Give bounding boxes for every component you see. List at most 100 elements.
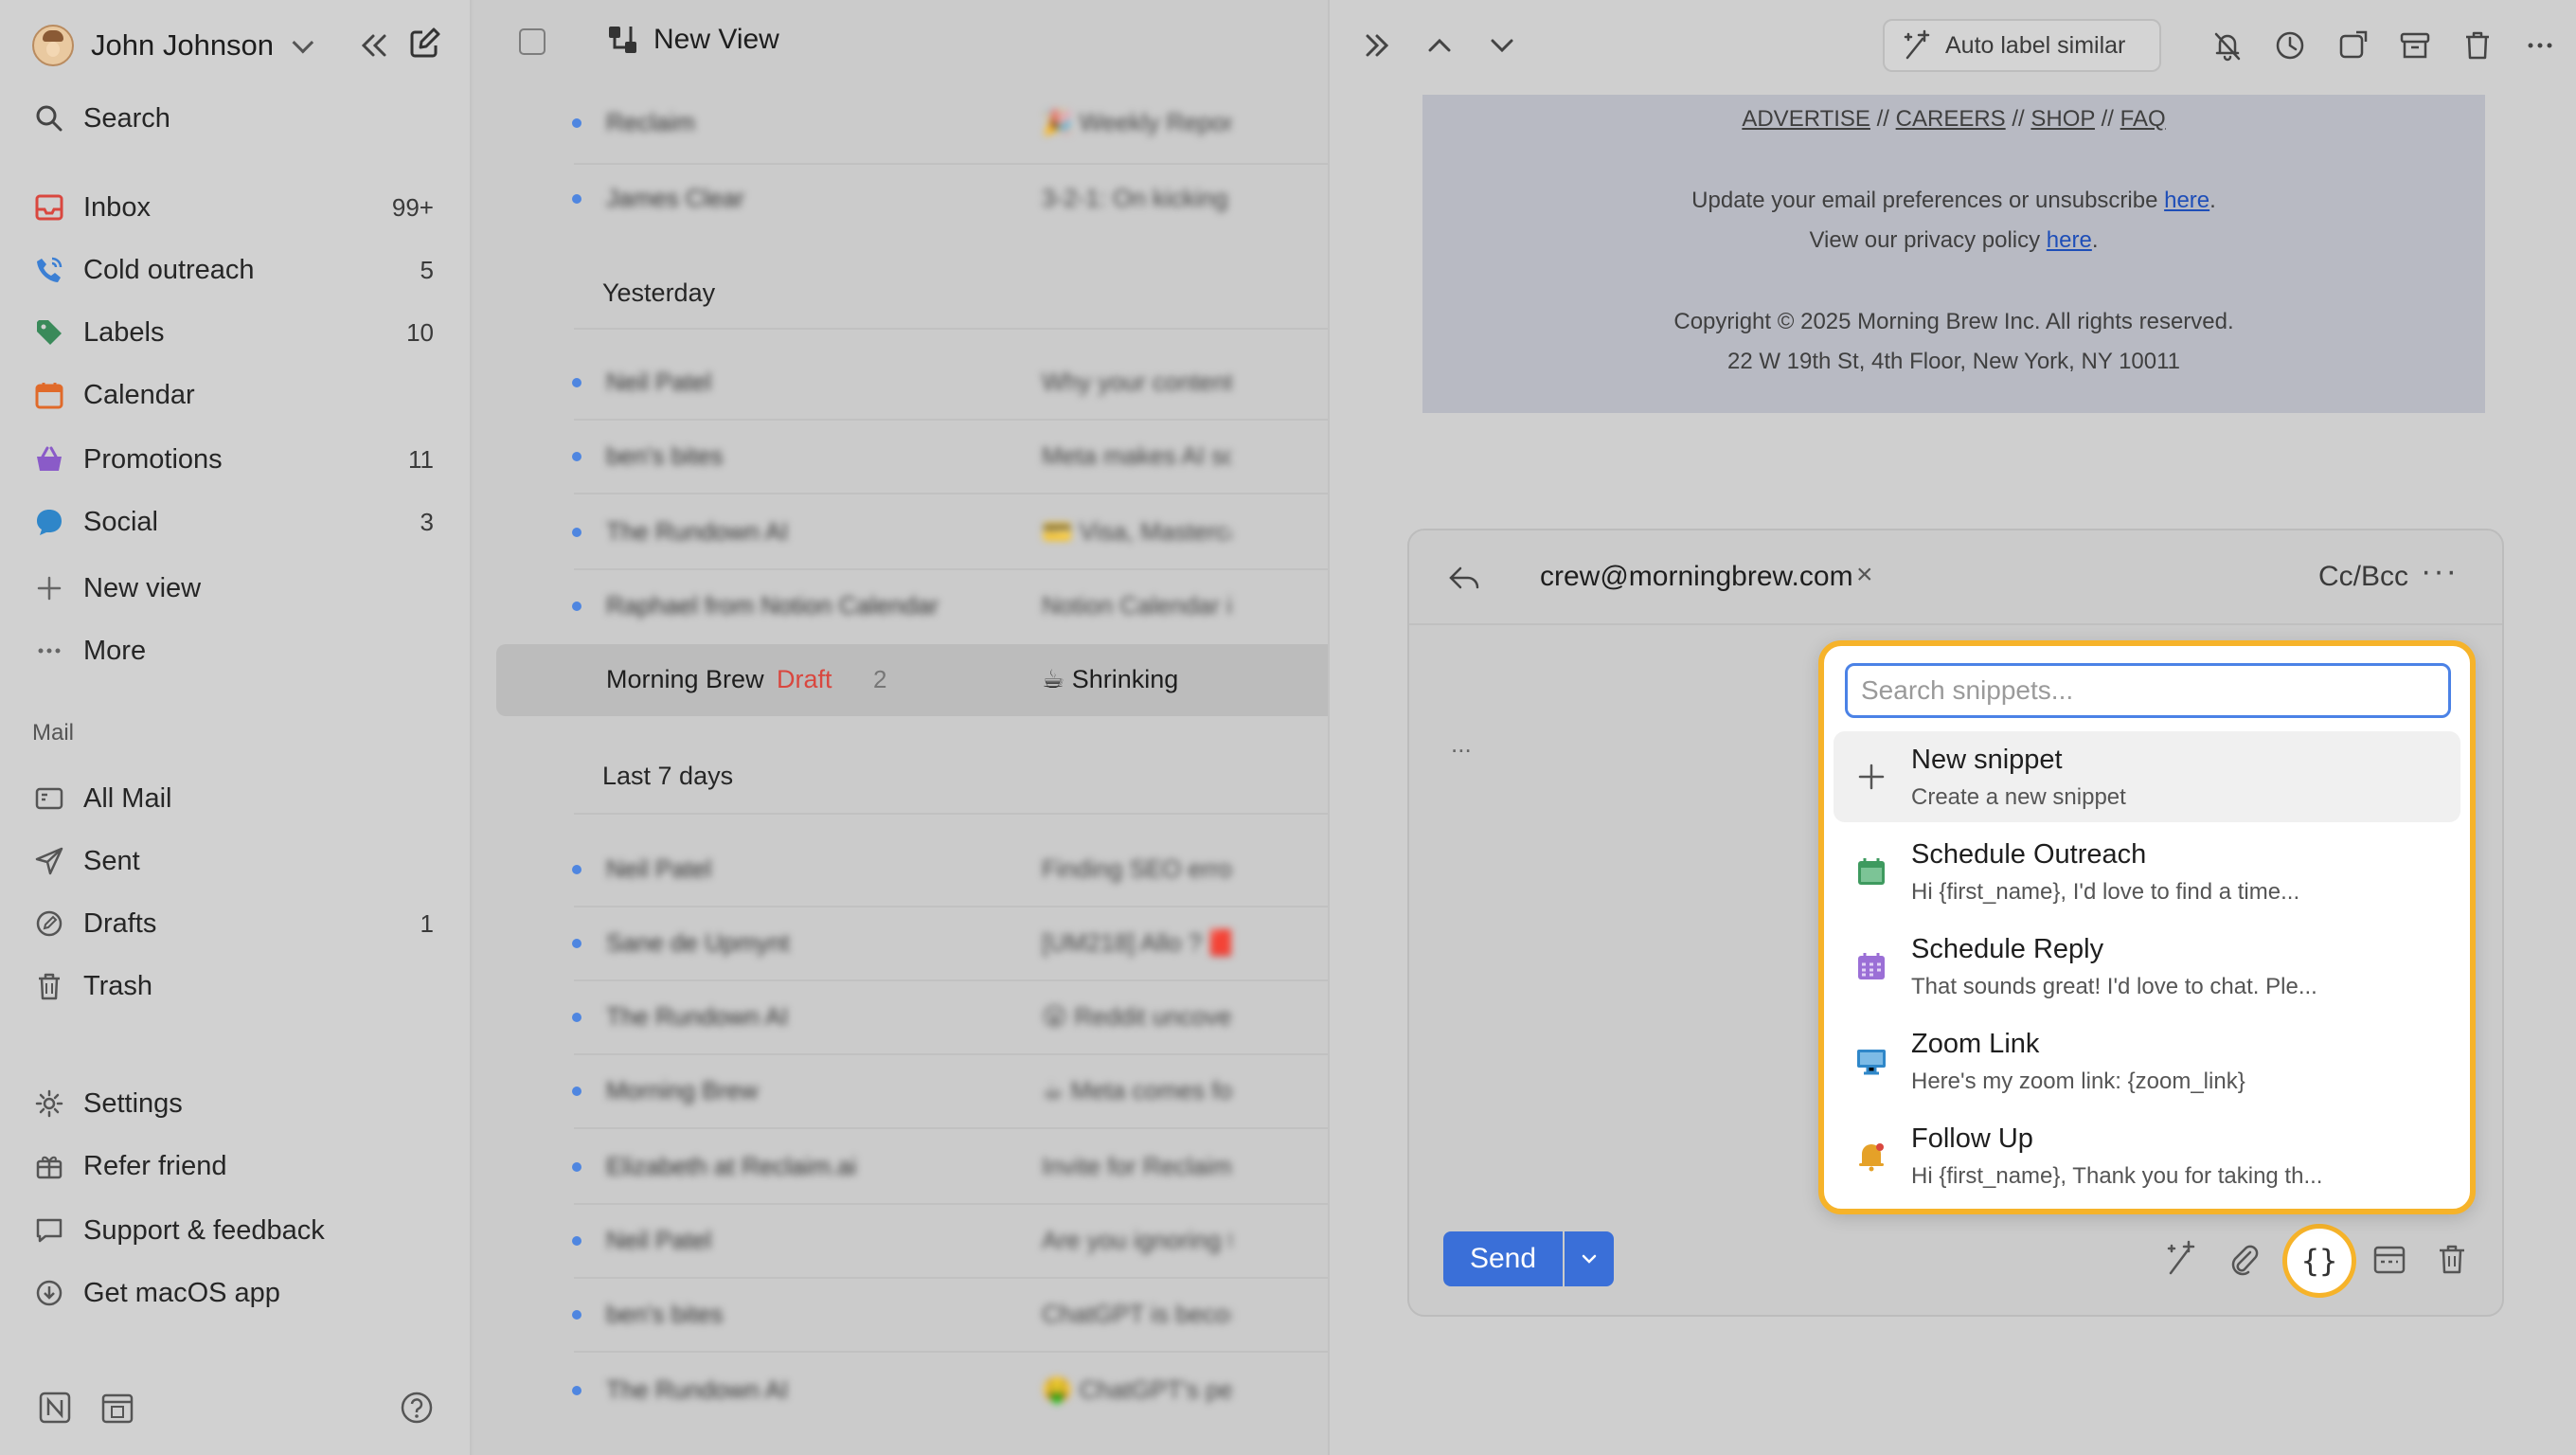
- thread-count: 2: [873, 665, 887, 693]
- sidebar-item-social[interactable]: Social 3: [32, 494, 441, 549]
- reply-icon[interactable]: [1445, 559, 1483, 597]
- list-item[interactable]: Neil Patel Why your content isn't: [474, 347, 1231, 421]
- snippets-button[interactable]: {}: [2282, 1224, 2356, 1298]
- help-icon[interactable]: [400, 1391, 434, 1425]
- chevron-down-icon[interactable]: [1483, 27, 1521, 64]
- compose-body[interactable]: ...: [1451, 729, 1472, 759]
- sidebar: John Johnson Search Inbox 99+ Cold outre…: [0, 0, 472, 1455]
- sidebar-item-cold-outreach[interactable]: Cold outreach 5: [32, 242, 441, 297]
- snippet-item-follow-up[interactable]: Follow Up Hi {first_name}, Thank you for…: [1834, 1110, 2460, 1201]
- list-item[interactable]: Raphael from Notion Calendar Notion Cale…: [474, 570, 1231, 644]
- mute-bell-icon[interactable]: [2209, 27, 2246, 64]
- archive-icon[interactable]: [2396, 27, 2434, 64]
- list-item[interactable]: Sane de Upmynt [UM218] Allo ? 🟥: [474, 907, 1231, 981]
- unread-dot: [572, 1310, 581, 1320]
- list-item[interactable]: Reclaim 🎉 Weekly Report at Reclaim: [474, 87, 1231, 161]
- discard-draft-icon[interactable]: [2432, 1239, 2472, 1279]
- faq-link[interactable]: FAQ: [2120, 106, 2166, 132]
- unread-dot: [572, 378, 581, 387]
- sidebar-item-all-mail[interactable]: All Mail: [32, 771, 441, 826]
- snippet-item-zoom-link[interactable]: Zoom Link Here's my zoom link: {zoom_lin…: [1834, 1015, 2460, 1106]
- selected-thread-row[interactable]: Morning Brew Draft 2 ☕ Shrinking: [496, 644, 1328, 716]
- unsubscribe-link[interactable]: here: [2164, 188, 2209, 213]
- remove-recipient-button[interactable]: ×: [1856, 559, 1873, 591]
- calendar-app-icon[interactable]: [100, 1391, 134, 1425]
- sidebar-item-get-macos-app[interactable]: Get macOS app: [32, 1266, 441, 1320]
- cc-bcc-button[interactable]: Cc/Bcc: [2318, 561, 2408, 593]
- snippet-title: New snippet: [1911, 745, 2063, 775]
- sidebar-item-label: Sent: [83, 845, 140, 876]
- subject: Invite for Reclaim.ai Off: [1042, 1152, 1231, 1180]
- compose-icon[interactable]: [405, 25, 443, 63]
- sidebar-item-labels[interactable]: Labels 10: [32, 305, 441, 360]
- recipient-row: crew@morningbrew.com × Cc/Bcc ···: [1409, 530, 2502, 625]
- chevron-up-icon[interactable]: [1421, 27, 1458, 64]
- list-item[interactable]: Neil Patel Finding SEO errors: AI v: [474, 834, 1231, 907]
- ai-write-icon[interactable]: [2163, 1239, 2203, 1279]
- sidebar-item-drafts[interactable]: Drafts 1: [32, 896, 441, 951]
- collapse-sidebar-icon[interactable]: [354, 27, 392, 64]
- sidebar-item-promotions[interactable]: Promotions 11: [32, 432, 441, 487]
- calendar-insert-icon[interactable]: [2370, 1239, 2409, 1279]
- sidebar-item-settings[interactable]: Settings: [32, 1076, 441, 1131]
- unread-dot: [572, 1013, 581, 1022]
- sidebar-item-trash[interactable]: Trash: [32, 959, 441, 1014]
- phone-icon: [32, 253, 66, 287]
- list-item[interactable]: Morning Brew ☕ Meta comes for Chat: [474, 1055, 1231, 1129]
- subject: 3-2-1: On kicking the m: [1042, 184, 1231, 212]
- snippet-title: Schedule Reply: [1911, 934, 2104, 964]
- list-item[interactable]: The Rundown AI 😮 Reddit uncovers secr: [474, 981, 1231, 1055]
- compose-more-button[interactable]: ···: [2421, 553, 2459, 590]
- unread-dot: [572, 1087, 581, 1096]
- send-button[interactable]: Send: [1443, 1231, 1563, 1286]
- privacy-link[interactable]: here: [2047, 227, 2092, 253]
- move-icon[interactable]: [2334, 27, 2371, 64]
- clock-icon[interactable]: [2271, 27, 2309, 64]
- recipient-chip[interactable]: crew@morningbrew.com: [1540, 561, 1853, 593]
- paperclip-icon[interactable]: [2224, 1239, 2263, 1279]
- shop-link[interactable]: SHOP: [2030, 106, 2095, 132]
- list-item[interactable]: Neil Patel Are you ignoring this au: [474, 1205, 1231, 1279]
- subject: ☕ Meta comes for Chat: [1042, 1076, 1231, 1105]
- advertise-link[interactable]: ADVERTISE: [1742, 106, 1870, 132]
- sender: The Rundown AI: [606, 1375, 789, 1404]
- avatar[interactable]: [32, 25, 74, 66]
- list-item[interactable]: The Rundown AI 🤑 ChatGPT's personali: [474, 1355, 1231, 1428]
- link-separator: //: [1876, 106, 1889, 132]
- sidebar-item-more[interactable]: More: [32, 623, 441, 678]
- sidebar-item-new-view[interactable]: New view: [32, 561, 441, 616]
- sidebar-item-inbox[interactable]: Inbox 99+: [32, 180, 441, 235]
- list-item[interactable]: ben's bites Meta makes AI social: [474, 421, 1231, 494]
- snippet-item-schedule-reply[interactable]: Schedule Reply That sounds great! I'd lo…: [1834, 921, 2460, 1012]
- inbox-icon: [32, 190, 66, 225]
- sidebar-item-sent[interactable]: Sent: [32, 834, 441, 889]
- trash-icon[interactable]: [2459, 27, 2496, 64]
- all-mail-icon: [32, 781, 66, 816]
- snippet-search-box[interactable]: [1845, 663, 2451, 718]
- auto-label-similar-button[interactable]: Auto label similar: [1883, 19, 2161, 72]
- list-item[interactable]: The Rundown AI 💳 Visa, Mastercard give: [474, 496, 1231, 570]
- expand-pane-icon[interactable]: [1358, 27, 1396, 64]
- select-all-checkbox[interactable]: [519, 28, 546, 55]
- sidebar-item-support[interactable]: Support & feedback: [32, 1203, 441, 1258]
- list-item[interactable]: James Clear 3-2-1: On kicking the m: [474, 163, 1231, 237]
- list-item[interactable]: ben's bites ChatGPT is becoming t: [474, 1279, 1231, 1353]
- send-options-button[interactable]: [1565, 1231, 1614, 1286]
- chevron-down-icon[interactable]: [292, 31, 314, 54]
- sidebar-item-calendar[interactable]: Calendar: [32, 368, 441, 422]
- snippet-item-schedule-outreach[interactable]: Schedule Outreach Hi {first_name}, I'd l…: [1834, 826, 2460, 917]
- careers-link[interactable]: CAREERS: [1896, 106, 2006, 132]
- preferences-line: Update your email preferences or unsubsc…: [1422, 188, 2485, 214]
- gift-icon: [32, 1149, 66, 1183]
- snippet-search-input[interactable]: [1848, 666, 2448, 715]
- more-icon[interactable]: [2521, 27, 2559, 64]
- search-item[interactable]: Search: [32, 91, 441, 146]
- list-item[interactable]: Elizabeth at Reclaim.ai Invite for Recla…: [474, 1131, 1231, 1205]
- sidebar-item-refer-friend[interactable]: Refer friend: [32, 1139, 441, 1194]
- unread-count: 1: [420, 908, 434, 938]
- unread-dot: [572, 528, 581, 537]
- snippet-item-new[interactable]: New snippet Create a new snippet: [1834, 731, 2460, 822]
- sidebar-item-label: Refer friend: [83, 1150, 227, 1181]
- subject: [UM218] Allo ? 🟥: [1042, 928, 1231, 957]
- notion-icon[interactable]: [38, 1391, 72, 1425]
